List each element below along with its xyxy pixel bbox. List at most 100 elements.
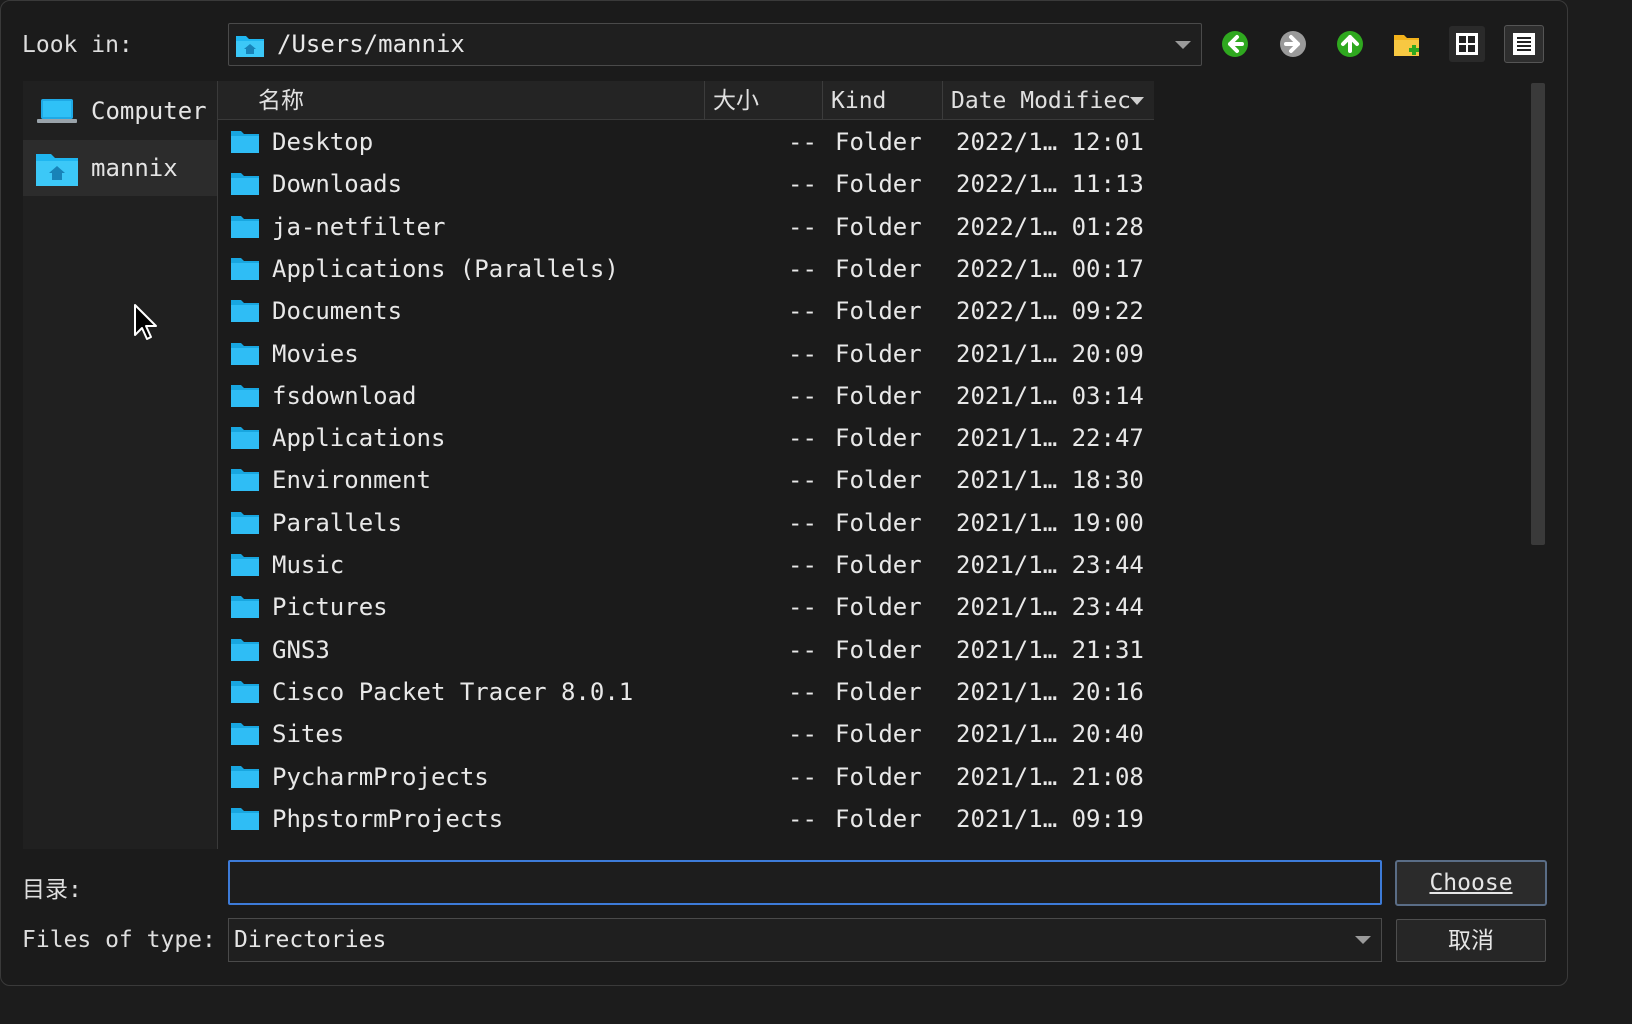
look-in-label: Look in: (22, 32, 133, 58)
column-header-kind[interactable]: Kind (823, 81, 943, 119)
file-size: -- (788, 762, 817, 791)
file-name: GNS3 (272, 635, 330, 664)
table-row[interactable]: PycharmProjects -- Folder 2021/1… 21:08 (218, 756, 1158, 798)
home-folder-icon (235, 32, 265, 62)
table-row[interactable]: Environment -- Folder 2021/1… 18:30 (218, 459, 1158, 501)
new-folder-icon[interactable] (1390, 26, 1426, 62)
file-kind: Folder (835, 212, 922, 241)
table-row[interactable]: ja-netfilter -- Folder 2022/1… 01:28 (218, 206, 1158, 248)
folder-icon (230, 721, 260, 753)
file-kind: Folder (835, 508, 922, 537)
file-kind: Folder (835, 170, 922, 199)
column-header-name[interactable]: 名称 (218, 81, 705, 119)
folder-icon (230, 764, 260, 796)
grid-view-icon[interactable] (1449, 26, 1485, 62)
computer-icon (37, 97, 77, 131)
look-in-combo[interactable]: /Users/mannix (228, 23, 1202, 66)
file-size: -- (788, 339, 817, 368)
folder-icon (230, 298, 260, 330)
chevron-down-icon (1355, 936, 1371, 944)
file-size: -- (788, 804, 817, 833)
table-row[interactable]: Sites -- Folder 2021/1… 20:40 (218, 713, 1158, 755)
file-date: 2021/1… 23:44 (956, 551, 1144, 579)
list-view-icon[interactable] (1504, 25, 1544, 63)
sidebar-item-label: Computer (91, 97, 207, 125)
file-date: 2021/1… 21:08 (956, 762, 1144, 791)
file-date: 2021/1… 18:30 (956, 466, 1144, 495)
look-in-path: /Users/mannix (277, 30, 465, 58)
file-date: 2021/1… 23:44 (956, 593, 1144, 622)
file-kind: Folder (835, 551, 922, 579)
file-date: 2021/1… 22:47 (956, 424, 1144, 453)
folder-icon (230, 594, 260, 626)
table-row[interactable]: Desktop -- Folder 2022/1… 12:01 (218, 121, 1158, 163)
file-kind: Folder (835, 593, 922, 622)
table-row[interactable]: Parallels -- Folder 2021/1… 19:00 (218, 502, 1158, 544)
file-name: ja-netfilter (272, 212, 446, 241)
file-size: -- (788, 593, 817, 622)
file-name: Environment (272, 466, 431, 495)
file-name: Sites (272, 720, 345, 749)
sidebar-item-label: mannix (91, 154, 178, 182)
home-folder-icon (35, 149, 79, 193)
column-header-date[interactable]: Date Modifiec (943, 81, 1154, 119)
folder-icon (230, 129, 260, 161)
table-row[interactable]: Documents -- Folder 2022/1… 09:22 (218, 290, 1158, 332)
folder-icon (230, 425, 260, 457)
table-row[interactable]: Downloads -- Folder 2022/1… 11:13 (218, 163, 1158, 205)
choose-button[interactable]: Choose (1395, 860, 1547, 906)
folder-icon (230, 806, 260, 838)
file-size: -- (788, 381, 817, 410)
file-size: -- (788, 677, 817, 706)
file-kind: Folder (835, 381, 922, 410)
table-row[interactable]: GNS3 -- Folder 2021/1… 21:31 (218, 629, 1158, 671)
file-size: -- (788, 424, 817, 453)
file-date: 2021/1… 21:31 (956, 635, 1144, 664)
column-header-date-label: Date Modifiec (951, 88, 1132, 114)
file-kind: Folder (835, 297, 922, 326)
vertical-scrollbar[interactable] (1531, 83, 1545, 545)
file-date: 2022/1… 00:17 (956, 254, 1144, 283)
chevron-down-icon (1175, 40, 1191, 49)
file-name: PycharmProjects (272, 762, 489, 791)
folder-icon (230, 214, 260, 246)
file-size: -- (788, 128, 817, 156)
file-date: 2022/1… 12:01 (956, 128, 1144, 156)
folder-icon (230, 171, 260, 203)
folder-icon (230, 679, 260, 711)
file-name: Music (272, 551, 345, 579)
table-row[interactable]: Applications (Parallels) -- Folder 2022/1… … (218, 248, 1158, 290)
file-kind: Folder (835, 466, 922, 495)
sidebar-item-mannix[interactable]: mannix (23, 140, 217, 196)
table-row[interactable]: Movies -- Folder 2021/1… 20:09 (218, 333, 1158, 375)
file-size: -- (788, 297, 817, 326)
back-icon[interactable] (1217, 26, 1253, 62)
file-type-select[interactable]: Directories (228, 918, 1382, 962)
folder-icon (230, 383, 260, 415)
file-name: Desktop (272, 128, 374, 156)
folder-icon (230, 552, 260, 584)
table-row[interactable]: fsdownload -- Folder 2021/1… 03:14 (218, 375, 1158, 417)
file-name: Downloads (272, 170, 403, 199)
file-size: -- (788, 212, 817, 241)
column-header: 名称 大小 Kind Date Modifiec (218, 81, 1154, 120)
table-row[interactable]: Cisco Packet Tracer 8.0.1 -- Folder 2021/1…… (218, 671, 1158, 713)
file-name: Documents (272, 297, 403, 326)
column-header-size[interactable]: 大小 (705, 81, 823, 119)
table-row[interactable]: PhpstormProjects -- Folder 2021/1… 09:19 (218, 798, 1158, 840)
sidebar-item-computer[interactable]: Computer (23, 83, 217, 139)
file-kind: Folder (835, 804, 922, 833)
directory-input[interactable] (228, 860, 1382, 905)
directory-label: 目录: (22, 877, 82, 903)
up-icon[interactable] (1332, 26, 1368, 62)
table-row[interactable]: Applications -- Folder 2021/1… 22:47 (218, 417, 1158, 459)
table-row[interactable]: Pictures -- Folder 2021/1… 23:44 (218, 586, 1158, 628)
cancel-button[interactable]: 取消 (1396, 919, 1546, 962)
file-name: Cisco Packet Tracer 8.0.1 (272, 677, 634, 706)
folder-icon (230, 510, 260, 542)
file-date: 2022/1… 09:22 (956, 297, 1144, 326)
file-list: 名称 大小 Kind Date Modifiec Desktop -- Folder… (218, 81, 1548, 849)
file-name: Applications (272, 424, 446, 453)
forward-icon[interactable] (1275, 26, 1311, 62)
table-row[interactable]: Music -- Folder 2021/1… 23:44 (218, 544, 1158, 586)
